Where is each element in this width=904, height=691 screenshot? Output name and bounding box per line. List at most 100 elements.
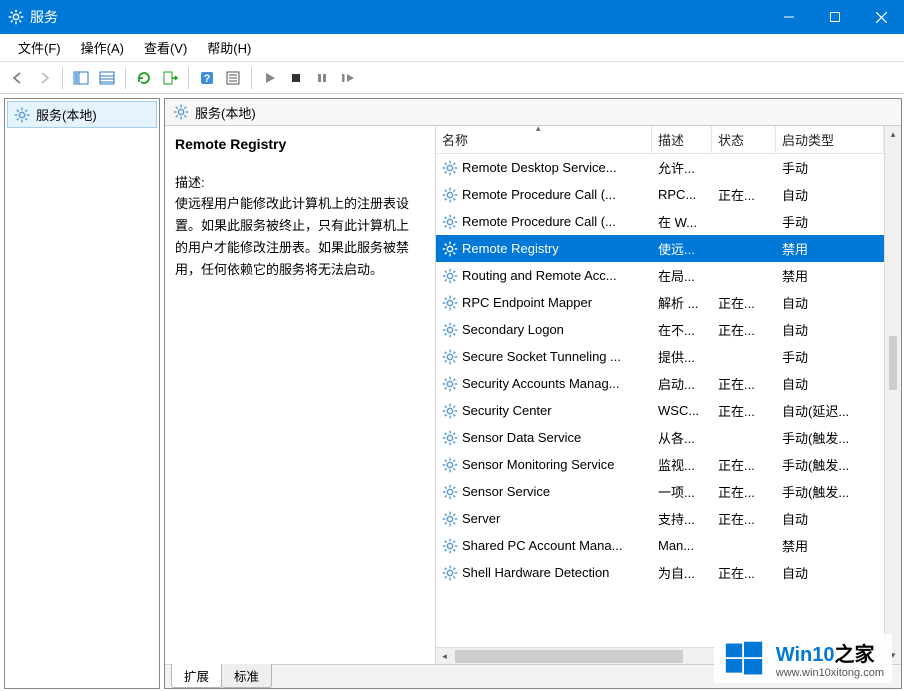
service-row[interactable]: Shared PC Account Mana...Man...禁用 [436,532,884,559]
menu-bar: 文件(F) 操作(A) 查看(V) 帮助(H) [0,34,904,62]
menu-view[interactable]: 查看(V) [134,35,197,60]
service-name-cell: Remote Procedure Call (... [436,187,652,203]
service-name-text: Sensor Service [462,484,550,499]
service-gear-icon [442,160,458,176]
service-row[interactable]: Shell Hardware Detection为自...正在...自动 [436,559,884,586]
service-name-text: Shared PC Account Mana... [462,538,622,553]
scroll-left-button[interactable]: ◂ [436,648,453,665]
pause-service-button[interactable] [310,66,334,90]
service-name-cell: Security Center [436,403,652,419]
tab-standard[interactable]: 标准 [221,664,272,688]
service-gear-icon [442,241,458,257]
back-button[interactable] [6,66,30,90]
service-row[interactable]: Security CenterWSC...正在...自动(延迟... [436,397,884,424]
service-status-cell: 正在... [712,293,776,312]
service-startup-cell: 自动 [776,509,884,528]
start-service-button[interactable] [258,66,282,90]
help-button[interactable]: ? [195,66,219,90]
service-row[interactable]: Remote Procedure Call (...在 W...手动 [436,208,884,235]
column-header-status[interactable]: 状态 [712,126,776,153]
service-desc-cell: 为自... [652,563,712,582]
service-row[interactable]: Sensor Data Service从各...手动(触发... [436,424,884,451]
service-name-text: Remote Procedure Call (... [462,214,616,229]
service-name-cell: Secure Socket Tunneling ... [436,349,652,365]
menu-help[interactable]: 帮助(H) [197,35,261,60]
service-name-cell: Secondary Logon [436,322,652,338]
service-name-text: Sensor Monitoring Service [462,457,614,472]
column-header-name[interactable]: 名称 [436,126,652,153]
service-status-cell: 正在... [712,563,776,582]
menu-file[interactable]: 文件(F) [8,35,71,60]
service-startup-cell: 手动 [776,347,884,366]
watermark: Win10之家 www.win10xitong.com [714,634,892,683]
tab-extended[interactable]: 扩展 [171,664,222,688]
console-tree[interactable]: 服务(本地) [4,98,160,689]
service-row[interactable]: Sensor Monitoring Service监视...正在...手动(触发… [436,451,884,478]
service-row[interactable]: Remote Desktop Service... 允许... 手动 [436,154,884,181]
service-status-cell: 正在... [712,455,776,474]
service-desc-cell: WSC... [652,403,712,418]
service-name-cell: Shared PC Account Mana... [436,538,652,554]
service-row[interactable]: Server支持...正在...自动 [436,505,884,532]
service-row[interactable]: Routing and Remote Acc...在局...禁用 [436,262,884,289]
service-gear-icon [442,187,458,203]
restart-service-button[interactable] [336,66,360,90]
watermark-text: Win10之家 www.win10xitong.com [776,638,884,679]
service-row[interactable]: RPC Endpoint Mapper解析 ...正在...自动 [436,289,884,316]
description-label: 描述: [175,172,421,191]
service-name-text: Routing and Remote Acc... [462,268,617,283]
service-desc-cell: 允许... [652,158,712,177]
service-status-cell: 正在... [712,320,776,339]
service-name-text: Remote Desktop Service... [462,160,617,175]
details-view-button[interactable] [95,66,119,90]
service-desc-cell: 一项... [652,482,712,501]
service-row[interactable]: Sensor Service一项...正在...手动(触发... [436,478,884,505]
service-startup-cell: 手动 [776,158,884,177]
description-text: 使远程用户能修改此计算机上的注册表设置。如果此服务被终止，只有此计算机上的用户才… [175,193,421,281]
service-gear-icon [442,484,458,500]
service-desc-cell: Man... [652,538,712,553]
service-status-cell: 正在... [712,374,776,393]
service-status-cell: 正在... [712,509,776,528]
service-gear-icon [442,403,458,419]
service-startup-cell: 自动 [776,293,884,312]
service-name-cell: Sensor Service [436,484,652,500]
svg-text:?: ? [204,73,211,85]
service-row[interactable]: Security Accounts Manag...启动...正在...自动 [436,370,884,397]
stop-service-button[interactable] [284,66,308,90]
show-hide-tree-button[interactable] [69,66,93,90]
export-list-button[interactable] [158,66,182,90]
vertical-scrollbar[interactable]: ▴ ▾ [884,126,901,664]
tree-item-services-local[interactable]: 服务(本地) [7,101,157,128]
maximize-button[interactable] [812,0,858,34]
column-header-startup-type[interactable]: 启动类型 [776,126,884,153]
service-name-cell: Sensor Monitoring Service [436,457,652,473]
forward-button[interactable] [32,66,56,90]
service-name-text: Remote Registry [462,241,559,256]
scroll-up-button[interactable]: ▴ [885,126,901,143]
service-gear-icon [442,349,458,365]
separator [62,67,63,89]
sort-indicator-icon: ▴ [536,123,541,134]
service-row[interactable]: Secondary Logon在不...正在...自动 [436,316,884,343]
service-desc-cell: 监视... [652,455,712,474]
minimize-button[interactable] [766,0,812,34]
service-row[interactable]: Secure Socket Tunneling ...提供...手动 [436,343,884,370]
column-header-description[interactable]: 描述 [652,126,712,153]
service-name-text: Remote Procedure Call (... [462,187,616,202]
service-desc-cell: 解析 ... [652,293,712,312]
service-name-text: Security Center [462,403,552,418]
service-row[interactable]: Remote Procedure Call (...RPC...正在...自动 [436,181,884,208]
column-headers: 名称 描述 状态 启动类型 [436,126,884,154]
properties-button[interactable] [221,66,245,90]
service-row[interactable]: Remote Registry使远...禁用 [436,235,884,262]
service-startup-cell: 禁用 [776,266,884,285]
menu-action[interactable]: 操作(A) [71,35,134,60]
service-startup-cell: 手动 [776,212,884,231]
service-name-text: Security Accounts Manag... [462,376,620,391]
services-list: ▴ 名称 描述 状态 启动类型 Remote Desktop Service..… [435,126,901,664]
services-node-icon [14,107,30,123]
refresh-button[interactable] [132,66,156,90]
close-button[interactable] [858,0,904,34]
service-gear-icon [442,565,458,581]
